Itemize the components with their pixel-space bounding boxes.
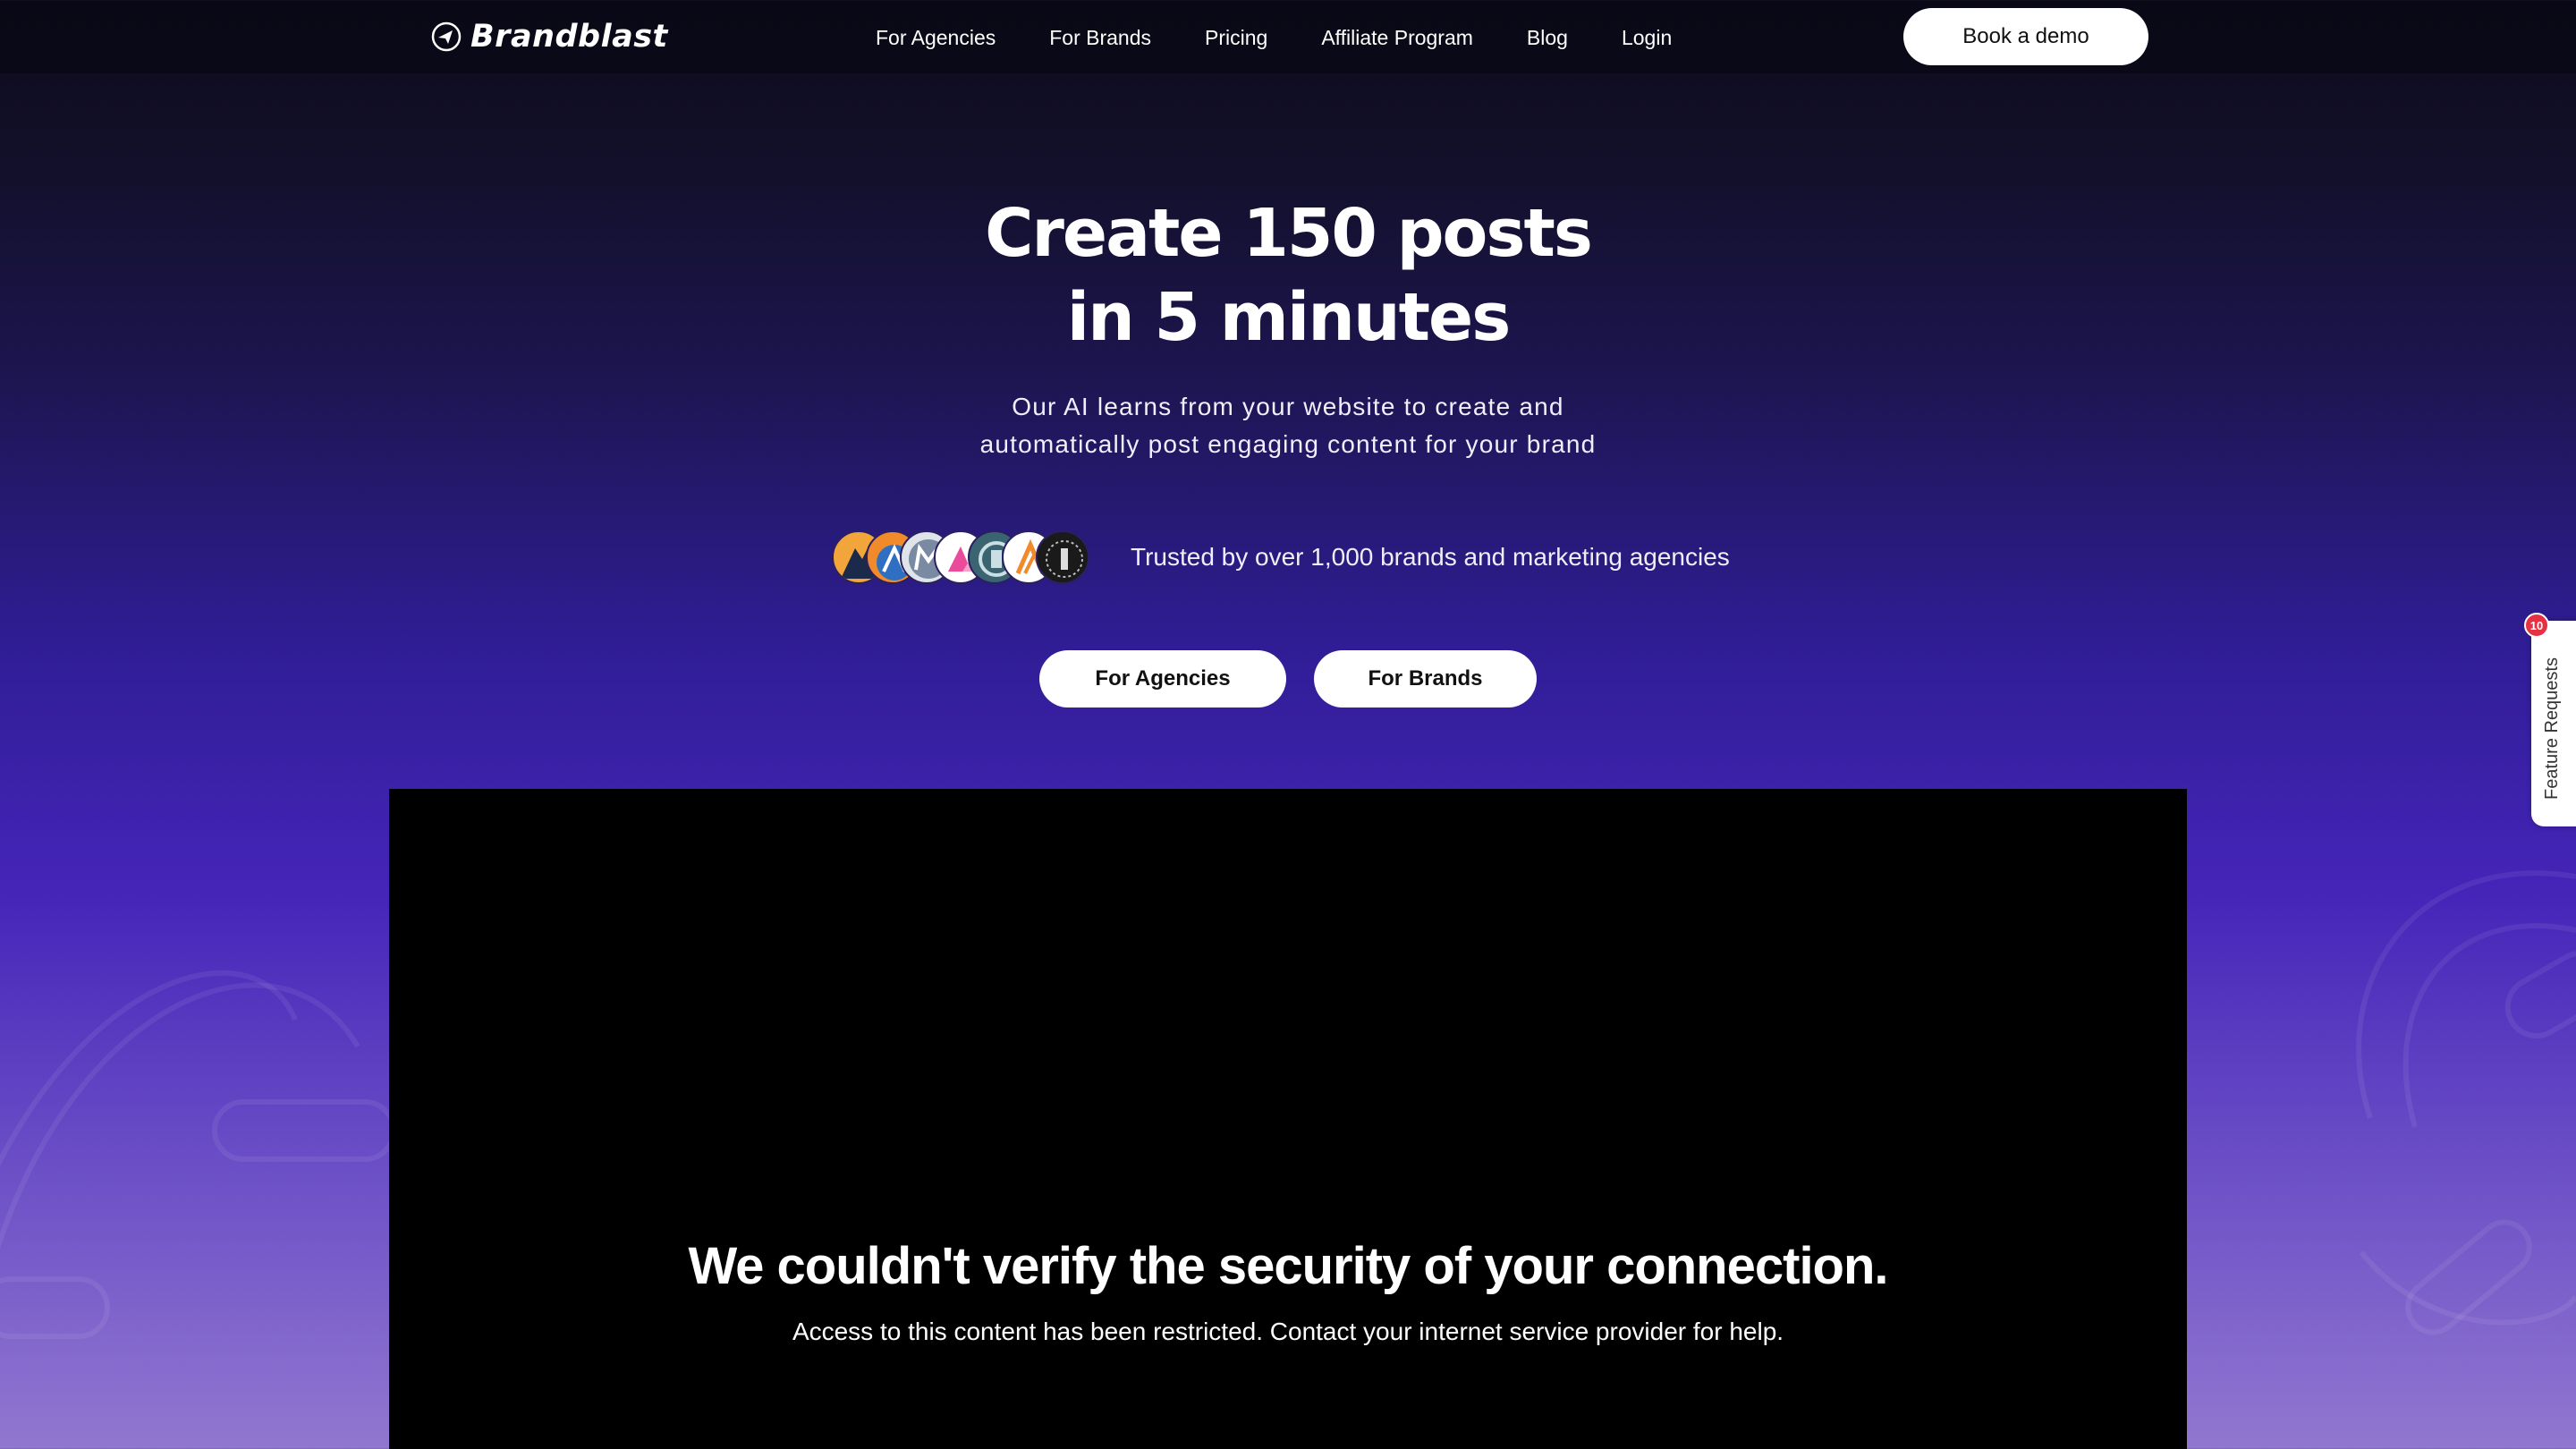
trust-row: Trusted by over 1,000 brands and marketi… [832,528,1730,587]
for-brands-button[interactable]: For Brands [1314,650,1537,708]
brand-logo[interactable]: Brandblast [431,18,668,55]
hero-title-line-2: in 5 minutes [1066,279,1512,356]
feature-requests-tab[interactable]: Feature Requests [2531,621,2576,826]
hero-title-line-1: Create 150 posts [985,195,1593,272]
book-demo-button[interactable]: Book a demo [1903,8,2148,65]
hero-subtitle-line-1: Our AI learns from your website to creat… [1012,393,1564,420]
nav-link-login[interactable]: Login [1622,26,1672,50]
rocket-logo-icon [431,21,462,52]
hero-subtitle: Our AI learns from your website to creat… [841,388,1735,463]
customer-logo-stack [832,528,1100,587]
nav-link-pricing[interactable]: Pricing [1205,26,1267,50]
nav-link-for-agencies[interactable]: For Agencies [876,26,996,50]
hero-subtitle-line-2: automatically post engaging content for … [979,430,1597,458]
feature-requests-label: Feature Requests [2542,657,2562,800]
feature-requests-badge: 10 [2524,613,2549,638]
video-embed-blocked[interactable]: We couldn't verify the security of your … [389,789,2187,1449]
connection-error-title: We couldn't verify the security of your … [688,1237,1888,1295]
nav-links: For Agencies For Brands Pricing Affiliat… [876,0,1725,75]
nav-link-for-brands[interactable]: For Brands [1049,26,1151,50]
customer-logo-7 [1036,530,1089,584]
brand-logo-text: Brandblast [470,19,668,55]
nav-link-blog[interactable]: Blog [1527,26,1568,50]
trust-text: Trusted by over 1,000 brands and marketi… [1131,543,1730,571]
hero-title: Create 150 posts in 5 minutes [751,191,1825,360]
connection-error-message: Access to this content has been restrict… [792,1318,1784,1345]
for-agencies-button[interactable]: For Agencies [1039,650,1286,708]
top-navbar: Brandblast For Agencies For Brands Prici… [0,0,2576,73]
nav-link-affiliate-program[interactable]: Affiliate Program [1321,26,1473,50]
